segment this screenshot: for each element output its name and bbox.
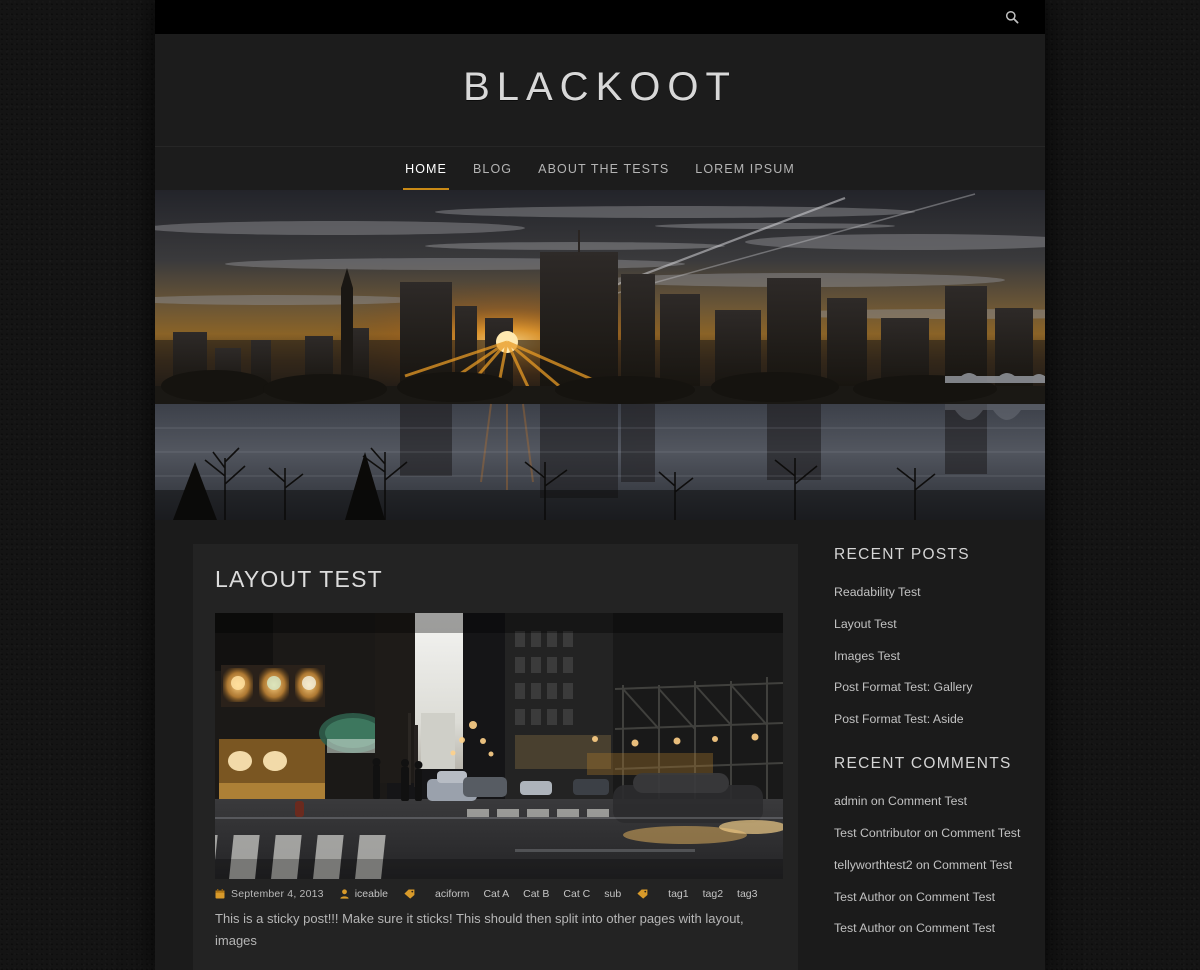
site-title[interactable]: BLACKOOT — [463, 67, 737, 107]
widget-recent-comments: RECENT COMMENTS admin on Comment Test Te… — [834, 755, 1023, 938]
category-link-cat-c[interactable]: Cat C — [563, 888, 590, 900]
site-branding: BLACKOOT — [155, 34, 1045, 146]
post-categories: aciform Cat A Cat B Cat C sub — [404, 888, 621, 900]
recent-comment-item[interactable]: tellyworthtest2 on Comment Test — [834, 857, 1023, 875]
category-link-cat-b[interactable]: Cat B — [523, 888, 549, 900]
top-utility-bar — [155, 0, 1045, 34]
recent-comments-list: admin on Comment Test Test Contributor o… — [834, 793, 1023, 938]
post-date-text: September 4, 2013 — [231, 888, 324, 900]
tag-link-tag2[interactable]: tag2 — [703, 888, 723, 900]
post-excerpt: This is a sticky post!!! Make sure it st… — [215, 911, 744, 949]
tag-link-tag3[interactable]: tag3 — [737, 888, 757, 900]
nav-list: HOME BLOG ABOUT THE TESTS LOREM IPSUM — [392, 147, 808, 190]
post-author-link[interactable]: iceable — [355, 888, 388, 900]
tag-icon-2 — [637, 889, 648, 899]
recent-post-item[interactable]: Post Format Test: Gallery — [834, 679, 1023, 697]
widget-recent-posts: RECENT POSTS Readability Test Layout Tes… — [834, 546, 1023, 729]
widget-title-recent-comments: RECENT COMMENTS — [834, 755, 1012, 773]
recent-comment-item[interactable]: Test Author on Comment Test — [834, 920, 1023, 938]
hero-image — [155, 190, 1045, 520]
nav-item-blog[interactable]: BLOG — [460, 147, 525, 190]
post-tags: tag1 tag2 tag3 — [637, 888, 757, 900]
primary-navigation: HOME BLOG ABOUT THE TESTS LOREM IPSUM — [155, 146, 1045, 190]
search-icon[interactable] — [1001, 6, 1023, 28]
post-meta: September 4, 2013 iceable aciform Cat A … — [215, 879, 776, 908]
tag-link-tag1[interactable]: tag1 — [668, 888, 688, 900]
category-link-sub[interactable]: sub — [604, 888, 621, 900]
nav-item-lorem-ipsum[interactable]: LOREM IPSUM — [682, 147, 808, 190]
recent-comment-item[interactable]: Test Contributor on Comment Test — [834, 825, 1023, 843]
tag-icon — [404, 889, 415, 899]
post-featured-image[interactable] — [215, 613, 783, 879]
category-link-aciform[interactable]: aciform — [435, 888, 469, 900]
recent-comment-item[interactable]: Test Author on Comment Test — [834, 889, 1023, 907]
post-title[interactable]: LAYOUT TEST — [215, 566, 776, 593]
post-author: iceable — [340, 888, 388, 900]
nav-item-home[interactable]: HOME — [392, 147, 460, 190]
content-area: LAYOUT TEST September 4, 2013 iceable ac… — [155, 520, 1045, 970]
post-article: LAYOUT TEST September 4, 2013 iceable ac… — [193, 544, 798, 970]
widget-title-recent-posts: RECENT POSTS — [834, 546, 970, 563]
category-link-cat-a[interactable]: Cat A — [483, 888, 509, 900]
recent-post-item[interactable]: Layout Test — [834, 616, 1023, 634]
recent-post-item[interactable]: Images Test — [834, 648, 1023, 666]
calendar-icon — [215, 889, 225, 899]
post-date: September 4, 2013 — [215, 888, 324, 900]
nav-item-about-the-tests[interactable]: ABOUT THE TESTS — [525, 147, 682, 190]
sidebar: RECENT POSTS Readability Test Layout Tes… — [834, 544, 1023, 970]
site-wrapper: BLACKOOT HOME BLOG ABOUT THE TESTS LOREM… — [155, 0, 1045, 970]
recent-post-item[interactable]: Post Format Test: Aside — [834, 711, 1023, 729]
recent-comment-item[interactable]: admin on Comment Test — [834, 793, 1023, 811]
user-icon — [340, 889, 349, 899]
recent-post-item[interactable]: Readability Test — [834, 584, 1023, 602]
recent-posts-list: Readability Test Layout Test Images Test… — [834, 584, 1023, 729]
